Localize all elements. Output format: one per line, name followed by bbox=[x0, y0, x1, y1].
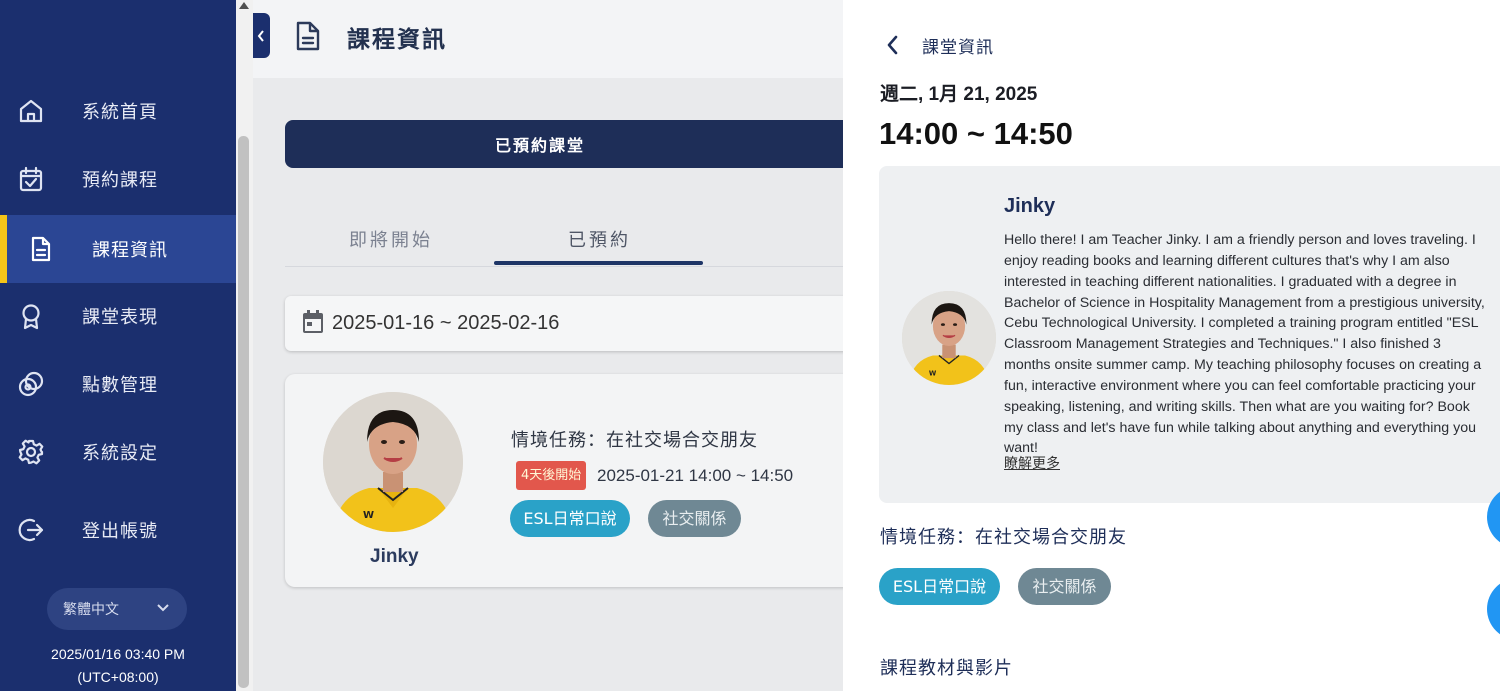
scrollbar[interactable] bbox=[236, 0, 253, 691]
scrollbar-thumb[interactable] bbox=[238, 136, 249, 688]
lesson-date: 週二, 1月 21, 2025 bbox=[880, 84, 1038, 105]
top-bar: 課程資訊 bbox=[253, 0, 843, 78]
calendar-icon bbox=[303, 310, 323, 333]
status-badge: 4天後開始 bbox=[516, 461, 587, 490]
logout-icon bbox=[18, 518, 44, 542]
current-datetime: 2025/01/16 03:40 PM bbox=[51, 646, 185, 662]
back-chevron-icon[interactable] bbox=[885, 34, 899, 56]
scroll-up-arrow-icon[interactable] bbox=[239, 2, 249, 9]
sidebar-item-label: 預約課程 bbox=[82, 170, 158, 191]
materials-heading: 課程教材與影片 bbox=[880, 658, 1013, 679]
page-title: 課程資訊 bbox=[347, 27, 447, 53]
tag-social: 社交關係 bbox=[648, 500, 741, 537]
sidebar-item-booking[interactable]: 預約課程 bbox=[0, 145, 236, 213]
sidebar-item-home[interactable]: 系統首頁 bbox=[0, 77, 236, 145]
language-select[interactable]: 繁體中文 bbox=[47, 588, 187, 630]
active-tab-indicator bbox=[494, 261, 703, 265]
floating-action-button[interactable] bbox=[1487, 578, 1500, 640]
language-label: 繁體中文 bbox=[63, 602, 119, 618]
award-icon bbox=[22, 304, 40, 330]
lesson-time-range: 14:00 ~ 14:50 bbox=[879, 116, 1073, 151]
lesson-detail-panel: 課堂資訊 週二, 1月 21, 2025 14:00 ~ 14:50 W Jin… bbox=[843, 0, 1500, 691]
sidebar-item-points[interactable]: 點數管理 bbox=[0, 350, 236, 418]
sidebar-item-settings[interactable]: 系統設定 bbox=[0, 418, 236, 486]
coins-icon bbox=[18, 371, 44, 397]
calendar-check-icon bbox=[19, 166, 43, 192]
gear-icon bbox=[18, 439, 44, 465]
sidebar-item-label: 課堂表現 bbox=[82, 307, 158, 328]
teacher-name: Jinky bbox=[370, 546, 419, 567]
teacher-card: W Jinky Hello there! I am Teacher Jinky.… bbox=[879, 166, 1500, 503]
tab-upcoming[interactable]: 即將開始 bbox=[349, 226, 433, 252]
tag-social: 社交關係 bbox=[1018, 568, 1111, 605]
tag-esl: ESL日常口說 bbox=[510, 500, 630, 537]
teacher-bio: Hello there! I am Teacher Jinky. I am a … bbox=[1004, 232, 1485, 457]
sidebar-item-label: 系統首頁 bbox=[82, 102, 158, 123]
sidebar-item-label: 課程資訊 bbox=[92, 240, 168, 261]
sidebar-item-performance[interactable]: 課堂表現 bbox=[0, 282, 236, 350]
collapse-sidebar-button[interactable] bbox=[253, 13, 270, 58]
lesson-card[interactable]: W Jinky 情境任務：在社交場合交朋友 4天後開始 2025-01-21 1… bbox=[285, 374, 843, 587]
main-content: 課程資訊 已預約課堂 即將開始 已預約 2025-01-16 ~ 2025-02… bbox=[253, 0, 843, 691]
lesson-time: 2025-01-21 14:00 ~ 14:50 bbox=[597, 466, 794, 485]
panel-title: 課堂資訊 bbox=[922, 38, 994, 58]
chevron-left-icon bbox=[257, 30, 264, 42]
teacher-avatar: W bbox=[323, 392, 463, 532]
lesson-mission: 情境任務：在社交場合交朋友 bbox=[511, 430, 758, 451]
sidebar-item-course-info[interactable]: 課程資訊 bbox=[0, 215, 236, 283]
tab-bar: 即將開始 已預約 bbox=[285, 210, 843, 267]
chevron-down-icon bbox=[157, 604, 169, 612]
sidebar-item-logout[interactable]: 登出帳號 bbox=[0, 496, 236, 564]
document-icon bbox=[296, 21, 320, 51]
teacher-avatar: W bbox=[902, 291, 996, 385]
sidebar-item-label: 系統設定 bbox=[82, 443, 158, 464]
tag-esl: ESL日常口說 bbox=[879, 568, 1000, 605]
sidebar-item-label: 點數管理 bbox=[82, 375, 158, 396]
tab-booked[interactable]: 已預約 bbox=[568, 226, 631, 252]
timezone: (UTC+08:00) bbox=[77, 669, 159, 685]
svg-text:W: W bbox=[929, 370, 937, 378]
sidebar-item-label: 登出帳號 bbox=[82, 521, 158, 542]
home-icon bbox=[19, 99, 43, 123]
date-range-value: 2025-01-16 ~ 2025-02-16 bbox=[332, 312, 560, 334]
sidebar: 系統首頁 預約課程 課程資訊 課堂表現 點數管理 系統設定 登出帳號 繁體中文 … bbox=[0, 0, 236, 691]
document-icon bbox=[31, 236, 51, 262]
teacher-name: Jinky bbox=[1004, 195, 1056, 217]
booked-classes-button[interactable]: 已預約課堂 bbox=[285, 120, 843, 168]
date-range-picker[interactable]: 2025-01-16 ~ 2025-02-16 bbox=[285, 296, 843, 351]
learn-more-link[interactable]: 瞭解更多 bbox=[1004, 453, 1060, 473]
svg-text:W: W bbox=[363, 510, 374, 521]
lesson-mission: 情境任務：在社交場合交朋友 bbox=[880, 527, 1127, 548]
